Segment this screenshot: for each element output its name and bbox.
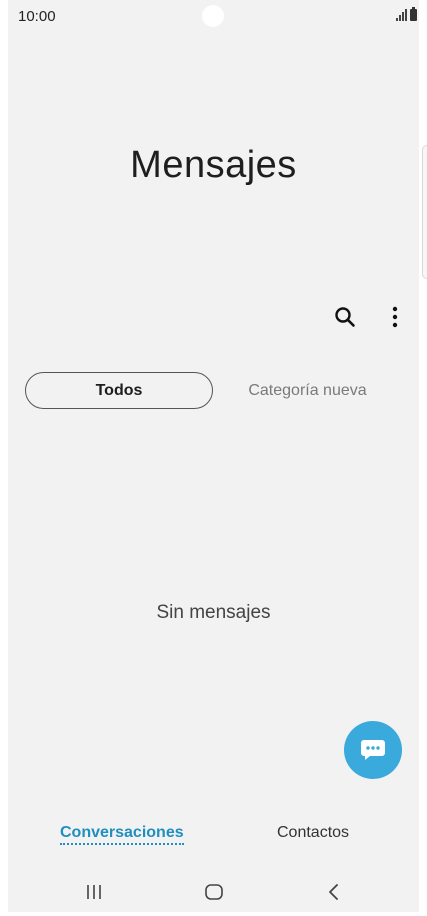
status-icons — [396, 7, 417, 21]
tab-contactos[interactable]: Contactos — [277, 824, 349, 842]
recent-apps-button[interactable] — [72, 872, 116, 912]
back-icon — [329, 884, 338, 900]
device-frame-right — [419, 0, 427, 916]
device-frame-left — [0, 0, 8, 916]
more-vertical-icon — [392, 306, 398, 328]
compose-message-button[interactable] — [344, 721, 402, 779]
camera-cutout — [202, 5, 224, 27]
home-button[interactable] — [192, 872, 236, 912]
recent-apps-icon — [87, 885, 101, 899]
search-button[interactable] — [331, 303, 359, 331]
home-icon — [205, 884, 223, 900]
navigation-bar — [8, 872, 419, 912]
device-frame-bottom — [0, 912, 427, 916]
more-options-button[interactable] — [381, 303, 409, 331]
toolbar — [331, 303, 409, 331]
bottom-tabs: Conversaciones Contactos — [0, 824, 427, 852]
back-button[interactable] — [312, 872, 356, 912]
page-title: Mensajes — [130, 144, 297, 186]
compose-message-icon — [361, 740, 385, 760]
tab-todos[interactable]: Todos — [25, 372, 213, 409]
battery-icon — [410, 7, 417, 21]
empty-state-text: Sin mensajes — [156, 602, 271, 623]
tab-conversaciones[interactable]: Conversaciones — [60, 824, 184, 845]
signal-icon — [396, 9, 407, 21]
tab-new-category[interactable]: Categoría nueva — [225, 372, 390, 409]
status-bar: 10:00 — [8, 0, 419, 34]
status-time: 10:00 — [18, 8, 56, 25]
category-tabs: Todos Categoría nueva — [25, 372, 403, 409]
search-icon — [335, 307, 355, 327]
